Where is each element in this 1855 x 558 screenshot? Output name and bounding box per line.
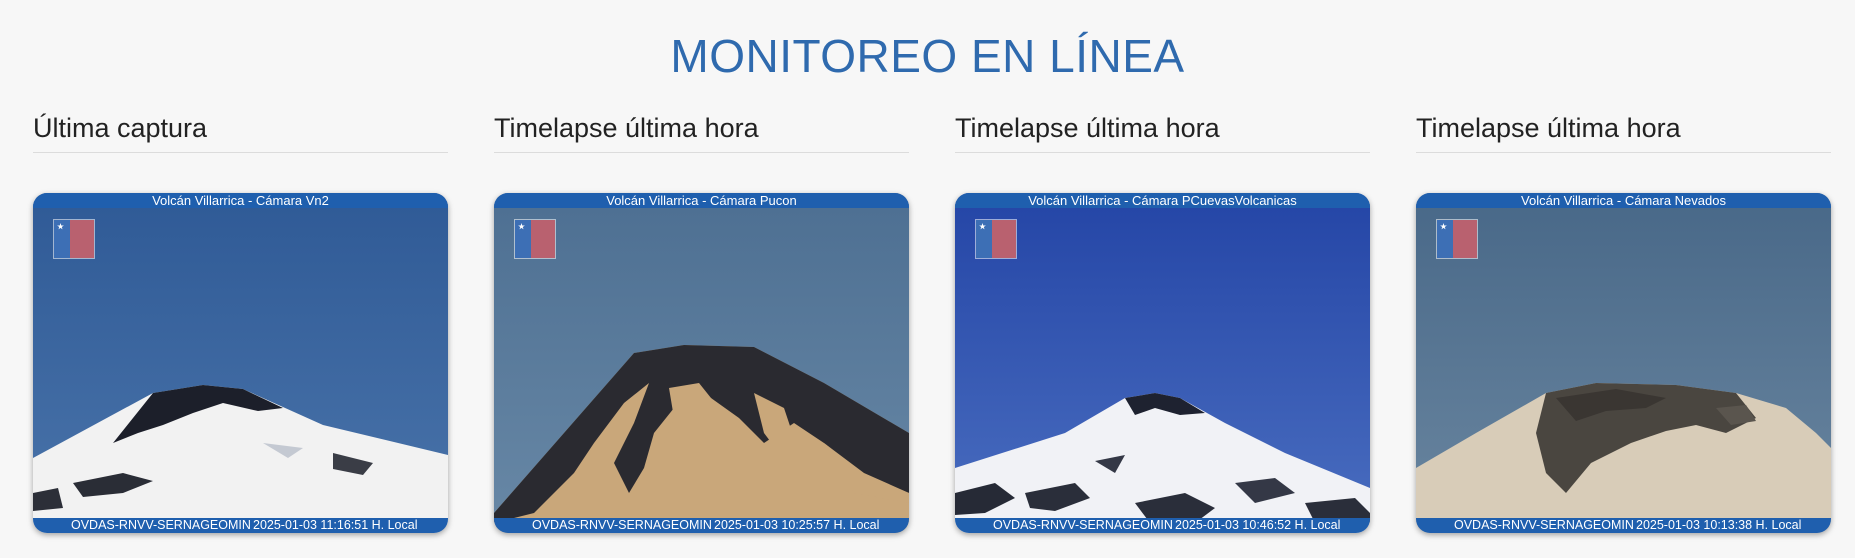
- volcano-photo: [33, 193, 448, 533]
- volcano-photo: [955, 193, 1370, 533]
- camera-source: OVDAS-RNVV-SERNAGEOMIN: [71, 518, 251, 532]
- government-logo-icon: [514, 219, 556, 259]
- camera-column-pcuevasvolcanicas: Timelapse última hora Volcán Villarrica …: [955, 110, 1370, 533]
- section-heading: Timelapse última hora: [494, 110, 909, 153]
- government-logo-icon: [1436, 219, 1478, 259]
- government-logo-icon: [53, 219, 95, 259]
- camera-column-pucon: Timelapse última hora Volcán Villarrica …: [494, 110, 909, 533]
- camera-image-pucon[interactable]: Volcán Villarrica - Cámara Pucon OVDAS-R…: [494, 193, 909, 533]
- camera-title: Volcán Villarrica - Cámara Nevados: [1416, 193, 1831, 208]
- camera-title: Volcán Villarrica - Cámara PCuevasVolcan…: [955, 193, 1370, 208]
- camera-timestamp: 2025-01-03 10:13:38 H. Local: [1636, 518, 1802, 532]
- camera-column-nevados: Timelapse última hora Volcán Villarrica …: [1416, 110, 1831, 533]
- camera-title: Volcán Villarrica - Cámara Vn2: [33, 193, 448, 208]
- camera-source: OVDAS-RNVV-SERNAGEOMIN: [993, 518, 1173, 532]
- camera-timestamp: 2025-01-03 11:16:51 H. Local: [253, 518, 418, 532]
- page-title: MONITOREO EN LÍNEA: [670, 30, 1185, 82]
- camera-source: OVDAS-RNVV-SERNAGEOMIN: [1454, 518, 1634, 532]
- camera-image-pcuevasvolcanicas[interactable]: Volcán Villarrica - Cámara PCuevasVolcan…: [955, 193, 1370, 533]
- camera-footer: OVDAS-RNVV-SERNAGEOMIN 2025-01-03 10:46:…: [955, 518, 1370, 533]
- camera-timestamp: 2025-01-03 10:46:52 H. Local: [1175, 518, 1341, 532]
- section-heading: Última captura: [33, 110, 448, 153]
- camera-column-vn2: Última captura Volcán Villarrica - Cámar…: [33, 110, 448, 533]
- section-heading: Timelapse última hora: [955, 110, 1370, 153]
- camera-image-vn2[interactable]: Volcán Villarrica - Cámara Vn2 OVDAS-RNV…: [33, 193, 448, 533]
- camera-image-nevados[interactable]: Volcán Villarrica - Cámara Nevados OVDAS…: [1416, 193, 1831, 533]
- government-logo-icon: [975, 219, 1017, 259]
- camera-footer: OVDAS-RNVV-SERNAGEOMIN 2025-01-03 10:13:…: [1416, 518, 1831, 533]
- camera-source: OVDAS-RNVV-SERNAGEOMIN: [532, 518, 712, 532]
- camera-timestamp: 2025-01-03 10:25:57 H. Local: [714, 518, 880, 532]
- camera-title: Volcán Villarrica - Cámara Pucon: [494, 193, 909, 208]
- volcano-photo: [1416, 193, 1831, 533]
- volcano-photo: [494, 193, 909, 533]
- camera-footer: OVDAS-RNVV-SERNAGEOMIN 2025-01-03 11:16:…: [33, 518, 448, 533]
- section-heading: Timelapse última hora: [1416, 110, 1831, 153]
- camera-footer: OVDAS-RNVV-SERNAGEOMIN 2025-01-03 10:25:…: [494, 518, 909, 533]
